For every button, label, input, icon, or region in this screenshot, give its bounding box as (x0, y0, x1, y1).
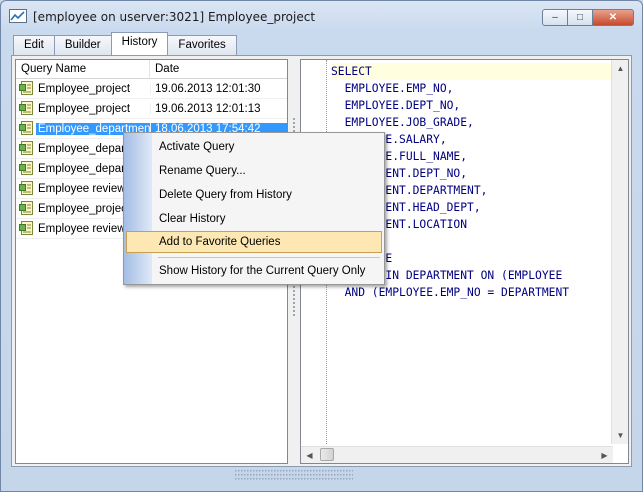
menu-separator (158, 257, 380, 258)
minimize-button[interactable]: – (542, 9, 568, 26)
column-header-date[interactable]: Date (150, 60, 287, 78)
close-button[interactable]: ✕ (592, 9, 634, 26)
menu-item-rename-query[interactable]: Rename Query... (126, 160, 382, 182)
query-history-icon (16, 140, 36, 158)
query-history-icon (16, 200, 36, 218)
query-history-icon (16, 80, 36, 98)
query-date-cell: 19.06.2013 12:01:13 (150, 102, 287, 115)
horizontal-scroll-thumb[interactable] (320, 448, 334, 461)
query-history-icon (16, 220, 36, 238)
scroll-down-icon[interactable]: ▼ (612, 427, 628, 444)
menu-item-delete-query[interactable]: Delete Query from History (126, 184, 382, 206)
query-history-icon (16, 180, 36, 198)
menu-item-activate-query[interactable]: Activate Query (126, 136, 382, 158)
resize-grip-icon[interactable] (233, 468, 353, 482)
tab-edit[interactable]: Edit (13, 35, 55, 55)
menu-item-show-history-current[interactable]: Show History for the Current Query Only (126, 260, 382, 282)
tab-builder[interactable]: Builder (53, 35, 112, 55)
scroll-right-icon[interactable]: ▶ (596, 447, 613, 463)
sql-line: EMPLOYEE.DEPT_NO, (331, 99, 461, 112)
editor-tabs: Edit Builder History Favorites (13, 32, 237, 55)
query-history-icon (16, 160, 36, 178)
window-title: [employee on userver:3021] Employee_proj… (33, 10, 316, 24)
scroll-up-icon[interactable]: ▲ (612, 60, 628, 77)
query-name-cell: Employee_project (38, 82, 131, 95)
menu-item-clear-history[interactable]: Clear History (126, 208, 382, 230)
vertical-scrollbar[interactable]: ▲ ▼ (611, 60, 628, 444)
menu-item-add-to-favorites[interactable]: Add to Favorite Queries (126, 231, 382, 253)
query-name-cell: Employee_project (38, 102, 131, 115)
sql-line: SELECT (331, 63, 616, 80)
table-row[interactable]: Employee_project 19.06.2013 12:01:30 (16, 79, 287, 99)
column-header-query-name[interactable]: Query Name (16, 60, 150, 78)
sql-line: EMPLOYEE.JOB_GRADE, (331, 116, 474, 129)
query-date-cell: 19.06.2013 12:01:30 (150, 82, 287, 95)
query-editor-icon (9, 9, 27, 23)
history-context-menu: Activate Query Rename Query... Delete Qu… (123, 132, 385, 285)
title-bar[interactable]: [employee on userver:3021] Employee_proj… (1, 1, 642, 31)
query-history-icon (16, 120, 36, 138)
sql-line: AND (EMPLOYEE.EMP_NO = DEPARTMENT (331, 286, 570, 299)
tab-history[interactable]: History (110, 32, 169, 55)
horizontal-scrollbar[interactable]: ◀ ▶ (301, 446, 613, 463)
maximize-button[interactable]: □ (567, 9, 593, 26)
scroll-left-icon[interactable]: ◀ (301, 447, 318, 463)
grid-header: Query Name Date (16, 60, 287, 79)
query-history-icon (16, 100, 36, 118)
tab-favorites[interactable]: Favorites (167, 35, 237, 55)
table-row[interactable]: Employee_project 19.06.2013 12:01:13 (16, 99, 287, 119)
sql-line: EMPLOYEE.EMP_NO, (331, 82, 454, 95)
